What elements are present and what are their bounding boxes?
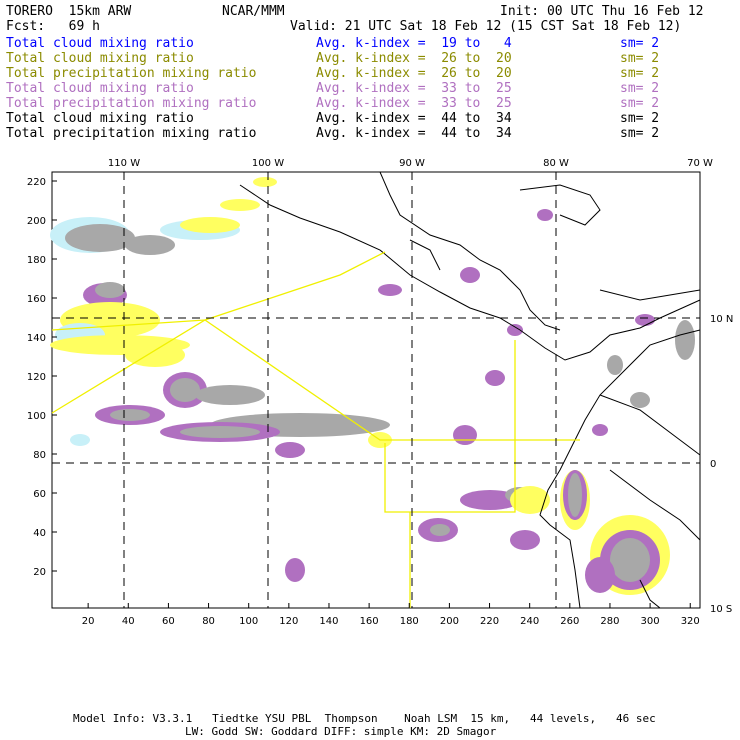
x-tick-label: 240	[520, 616, 539, 627]
cloud-region-yellow	[510, 486, 550, 514]
y-tick-label: 200	[27, 216, 46, 227]
y-tick-label: 60	[33, 489, 46, 500]
x-tick-label: 40	[122, 616, 135, 627]
cloud-region-yellow	[220, 199, 260, 211]
y-tick-label: 220	[27, 177, 46, 188]
model-physics: LW: Godd SW: Goddard DIFF: simple KM: 2D…	[185, 725, 497, 738]
y-tick-label: 100	[27, 411, 46, 422]
cloud-region-gray	[95, 282, 125, 298]
cloud-region-purple	[378, 284, 402, 296]
x-tick-label: 220	[480, 616, 499, 627]
y-tick-label: 120	[27, 372, 46, 383]
cloud-region-purple	[635, 314, 655, 326]
cloud-region-yellow	[180, 217, 240, 233]
x-tick-label: 320	[681, 616, 700, 627]
cloud-region-purple	[453, 425, 477, 445]
y-tick-label: 160	[27, 294, 46, 305]
y-tick-label: 180	[27, 255, 46, 266]
lat-label: 10 N	[710, 314, 733, 325]
y-tick-label: 140	[27, 333, 46, 344]
x-tick-label: 100	[239, 616, 258, 627]
cloud-region-purple	[592, 424, 608, 436]
lon-label: 100 W	[252, 158, 284, 169]
cloud-region-gray	[610, 538, 650, 582]
lon-label: 80 W	[543, 158, 569, 169]
y-tick-label: 40	[33, 528, 46, 539]
lat-label: 10 S	[710, 604, 732, 615]
x-tick-label: 280	[600, 616, 619, 627]
cloud-region-purple	[460, 267, 480, 283]
lon-label: 110 W	[108, 158, 140, 169]
x-tick-label: 180	[400, 616, 419, 627]
x-tick-label: 300	[641, 616, 660, 627]
cloud-region-purple	[537, 209, 553, 221]
cloud-region-purple	[285, 558, 305, 582]
x-tick-label: 140	[319, 616, 338, 627]
cloud-region-gray	[675, 320, 695, 360]
x-tick-label: 260	[560, 616, 579, 627]
cloud-region-purple	[510, 530, 540, 550]
cloud-region-gray	[180, 426, 260, 438]
lat-label: 0	[710, 459, 716, 470]
cloud-region-yellow	[253, 177, 277, 187]
lon-labels: 110 W 100 W 90 W 80 W 70 W	[108, 158, 713, 169]
cloud-region-purple	[585, 557, 615, 593]
y-tick-label: 20	[33, 567, 46, 578]
cloud-region-purple	[485, 370, 505, 386]
cloud-region-gray	[170, 378, 200, 402]
cloud-region-gray	[630, 392, 650, 408]
cloud-region-purple	[275, 442, 305, 458]
lat-labels: 10 N 0 10 S	[710, 314, 733, 615]
x-tick-label: 200	[440, 616, 459, 627]
x-tick-label: 60	[162, 616, 175, 627]
cloud-region-gray	[430, 524, 450, 536]
cloud-region-gray	[568, 473, 582, 517]
model-info: Model Info: V3.3.1 Tiedtke YSU PBL Thomp…	[73, 712, 656, 725]
cloud-region-gray	[607, 355, 623, 375]
x-tick-label: 20	[82, 616, 95, 627]
y-tick-label: 80	[33, 450, 46, 461]
x-tick-label: 120	[279, 616, 298, 627]
map-plot: 20 40 60 80 100 120 140 160 180 200 220 240 260 280 30…	[27, 158, 733, 627]
cloud-region-gray	[125, 235, 175, 255]
cloud-region-gray	[195, 385, 265, 405]
lon-label: 90 W	[399, 158, 425, 169]
lon-label: 70 W	[687, 158, 713, 169]
cloud-region-light-cloud	[70, 434, 90, 446]
x-tick-label: 160	[360, 616, 379, 627]
cloud-region-gray	[110, 409, 150, 421]
x-tick-label: 80	[202, 616, 215, 627]
